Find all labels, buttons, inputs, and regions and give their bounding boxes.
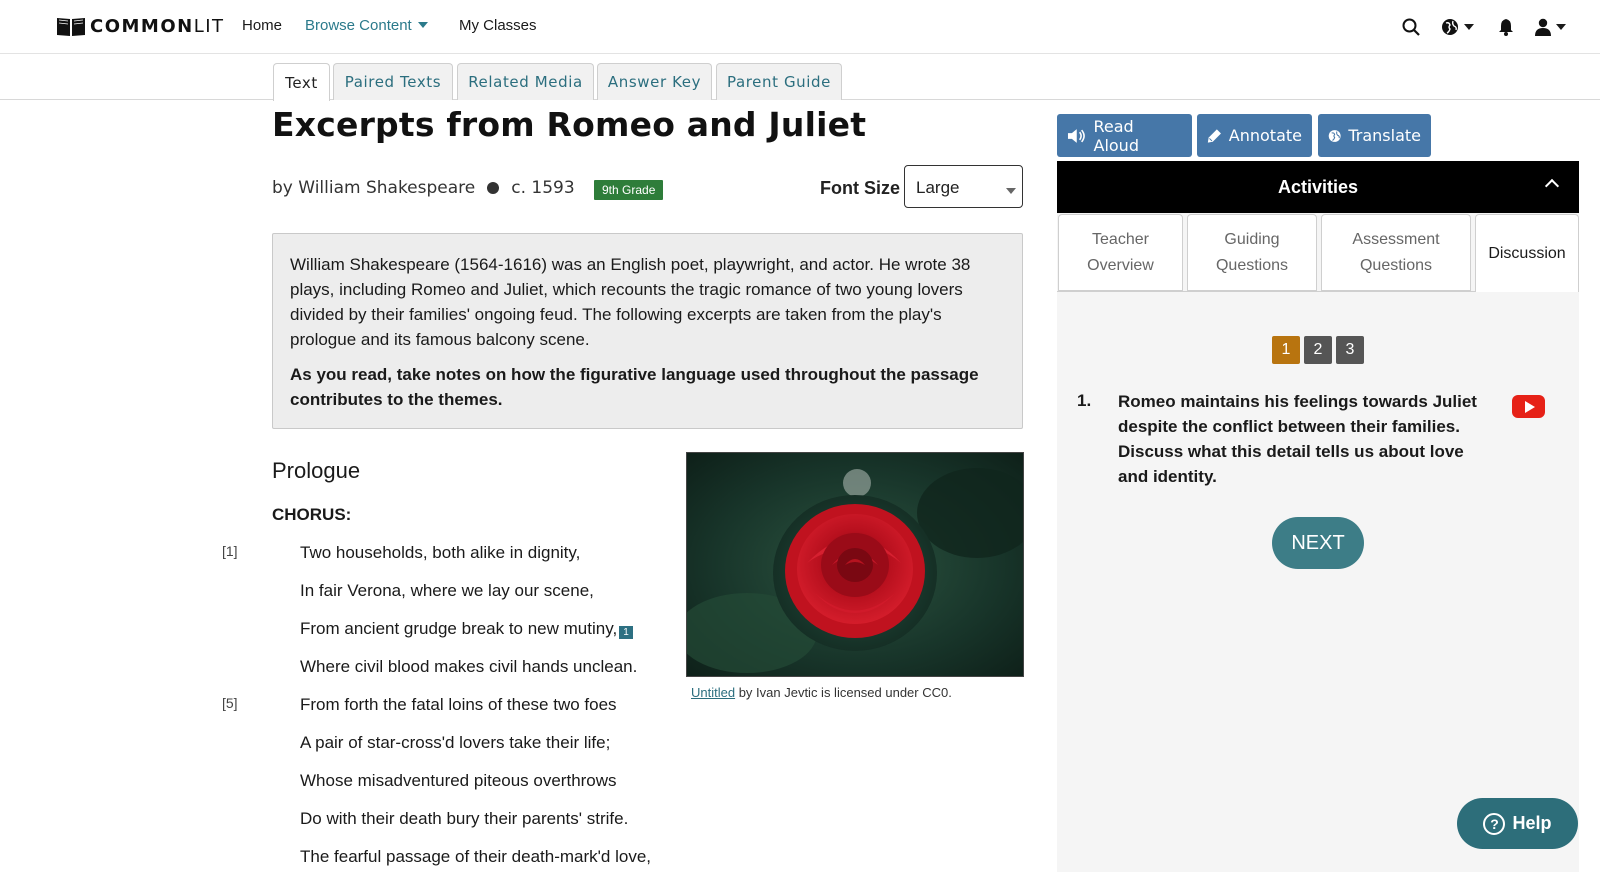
bell-icon[interactable] <box>1498 16 1514 38</box>
globe-icon <box>1328 129 1341 142</box>
search-icon[interactable] <box>1402 16 1420 38</box>
nav-home[interactable]: Home <box>242 17 282 34</box>
question-number: 1. <box>1077 391 1092 410</box>
intro-text: William Shakespeare (1564-1616) was an E… <box>290 255 971 349</box>
activities-panel: Teacher Overview Guiding Questions Asses… <box>1057 213 1579 872</box>
chevron-down-icon <box>1006 188 1016 194</box>
help-button[interactable]: ? Help <box>1457 798 1578 849</box>
line-number: [5] <box>222 695 238 711</box>
nav-browse-content[interactable]: Browse Content <box>305 17 428 34</box>
font-size-label: Font Size <box>820 178 900 198</box>
tab-discussion[interactable]: Discussion <box>1475 214 1579 292</box>
help-label: Help <box>1512 813 1552 833</box>
nav-my-classes[interactable]: My Classes <box>459 17 537 34</box>
tab-teacher-overview[interactable]: Teacher Overview <box>1058 214 1183 291</box>
publication-date: c. 1593 <box>511 178 575 198</box>
chevron-down-icon <box>1464 24 1474 30</box>
user-menu[interactable] <box>1535 16 1566 38</box>
youtube-icon[interactable] <box>1512 395 1545 418</box>
tab-related-media[interactable]: Related Media <box>457 63 594 100</box>
tab-guiding-questions[interactable]: Guiding Questions <box>1187 214 1317 291</box>
read-aloud-button[interactable]: Read Aloud <box>1057 114 1192 157</box>
poem-line: From forth the fatal loins of these two … <box>300 695 617 714</box>
translate-label: Translate <box>1348 126 1421 145</box>
chevron-down-icon <box>1556 24 1566 30</box>
tab-assessment-questions[interactable]: Assessment Questions <box>1321 214 1471 291</box>
author: by William Shakespeare <box>272 178 476 198</box>
tab-answer-key[interactable]: Answer Key <box>597 63 712 100</box>
poem-line: In fair Verona, where we lay our scene, <box>300 581 594 600</box>
font-size-value: Large <box>916 178 960 197</box>
activities-title: Activities <box>1277 176 1359 197</box>
page-title: Excerpts from Romeo and Juliet <box>272 105 867 144</box>
pen-icon <box>1207 128 1221 143</box>
poem-line: Two households, both alike in dignity, <box>300 543 581 562</box>
question-icon: ? <box>1483 812 1506 835</box>
content-tabs: Text Paired Texts Related Media Answer K… <box>0 54 1600 101</box>
annotate-button[interactable]: Annotate <box>1197 114 1312 157</box>
byline: by William Shakespeare c. 1593 <box>272 178 575 198</box>
image-source-link[interactable]: Untitled <box>691 685 735 700</box>
poem-line: Where civil blood makes civil hands uncl… <box>300 657 638 676</box>
separator-dot <box>487 182 500 194</box>
user-icon <box>1535 18 1551 36</box>
activities-header[interactable]: Activities <box>1057 161 1579 213</box>
poem-line-text: From ancient grudge break to new mutiny, <box>300 619 618 638</box>
line-number: [1] <box>222 543 238 559</box>
poem-line: A pair of star-cross'd lovers take their… <box>300 733 611 752</box>
globe-icon <box>1442 19 1458 35</box>
poem-line: Do with their death bury their parents' … <box>300 809 629 828</box>
intro-box: William Shakespeare (1564-1616) was an E… <box>272 233 1023 429</box>
grade-badge: 9th Grade <box>594 180 664 200</box>
top-navbar: COMMONLIT Home Browse Content My Classes <box>0 0 1600 54</box>
section-heading: Prologue <box>272 458 361 483</box>
page-1-button[interactable]: 1 <box>1272 336 1300 364</box>
speaker-icon <box>1067 128 1085 143</box>
translate-button[interactable]: Translate <box>1318 114 1431 157</box>
tab-parent-guide[interactable]: Parent Guide <box>716 63 842 100</box>
next-button[interactable]: NEXT <box>1272 517 1364 569</box>
book-icon <box>57 18 85 36</box>
poem-line: From ancient grudge break to new mutiny,… <box>300 619 633 639</box>
page-2-button[interactable]: 2 <box>1304 336 1332 364</box>
footnote-marker[interactable]: 1 <box>619 626 633 639</box>
annotate-label: Annotate <box>1228 126 1302 145</box>
language-menu[interactable] <box>1441 16 1474 38</box>
image-caption: Untitled by Ivan Jevtic is licensed unde… <box>691 685 952 700</box>
chevron-up-icon[interactable] <box>1544 178 1560 194</box>
rose-image <box>686 452 1024 677</box>
tab-text[interactable]: Text <box>273 63 330 101</box>
poem-line: Whose misadventured piteous overthrows <box>300 771 617 790</box>
reading-prompt: As you read, take notes on how the figur… <box>290 365 979 409</box>
discussion-question: Romeo maintains his feelings towards Jul… <box>1118 392 1477 486</box>
speaker-label: CHORUS: <box>272 505 352 524</box>
caption-text: by Ivan Jevtic is licensed under CC0. <box>735 685 952 700</box>
chevron-down-icon <box>417 22 428 28</box>
font-size-select[interactable]: Large <box>904 165 1023 208</box>
commonlit-logo[interactable]: COMMONLIT <box>56 15 225 37</box>
page-3-button[interactable]: 3 <box>1336 336 1364 364</box>
poem-line: The fearful passage of their death-mark'… <box>300 847 651 866</box>
tab-paired-texts[interactable]: Paired Texts <box>333 63 453 100</box>
read-aloud-label: Read Aloud <box>1093 116 1139 155</box>
nav-browse-label: Browse Content <box>305 17 412 34</box>
logo-wordmark: COMMONLIT <box>90 15 225 37</box>
